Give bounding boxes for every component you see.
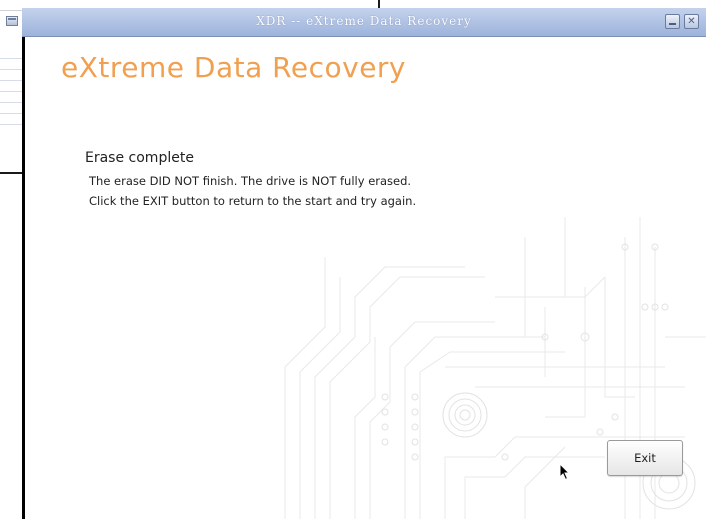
- mouse-pointer-icon: [559, 463, 571, 481]
- minimize-icon[interactable]: [665, 14, 680, 29]
- title-bar[interactable]: XDR -- eXtreme Data Recovery ✕: [6, 8, 706, 37]
- status-message-line-1: The erase DID NOT finish. The drive is N…: [89, 174, 412, 188]
- app-title: eXtreme Data Recovery: [61, 51, 406, 84]
- window-title: XDR -- eXtreme Data Recovery: [256, 14, 472, 28]
- main-content: eXtreme Data Recovery Erase complete The…: [25, 37, 706, 519]
- circuit-background-graphic: [284, 217, 706, 519]
- exit-button[interactable]: Exit: [607, 440, 683, 476]
- background-window-lines: [0, 58, 24, 158]
- status-message-line-2: Click the EXIT button to return to the s…: [89, 194, 417, 208]
- close-icon[interactable]: ✕: [684, 14, 699, 29]
- xdr-window: XDR -- eXtreme Data Recovery ✕ eXtreme D…: [6, 8, 706, 519]
- status-heading: Erase complete: [85, 150, 194, 166]
- window-menu-icon[interactable]: [6, 16, 18, 26]
